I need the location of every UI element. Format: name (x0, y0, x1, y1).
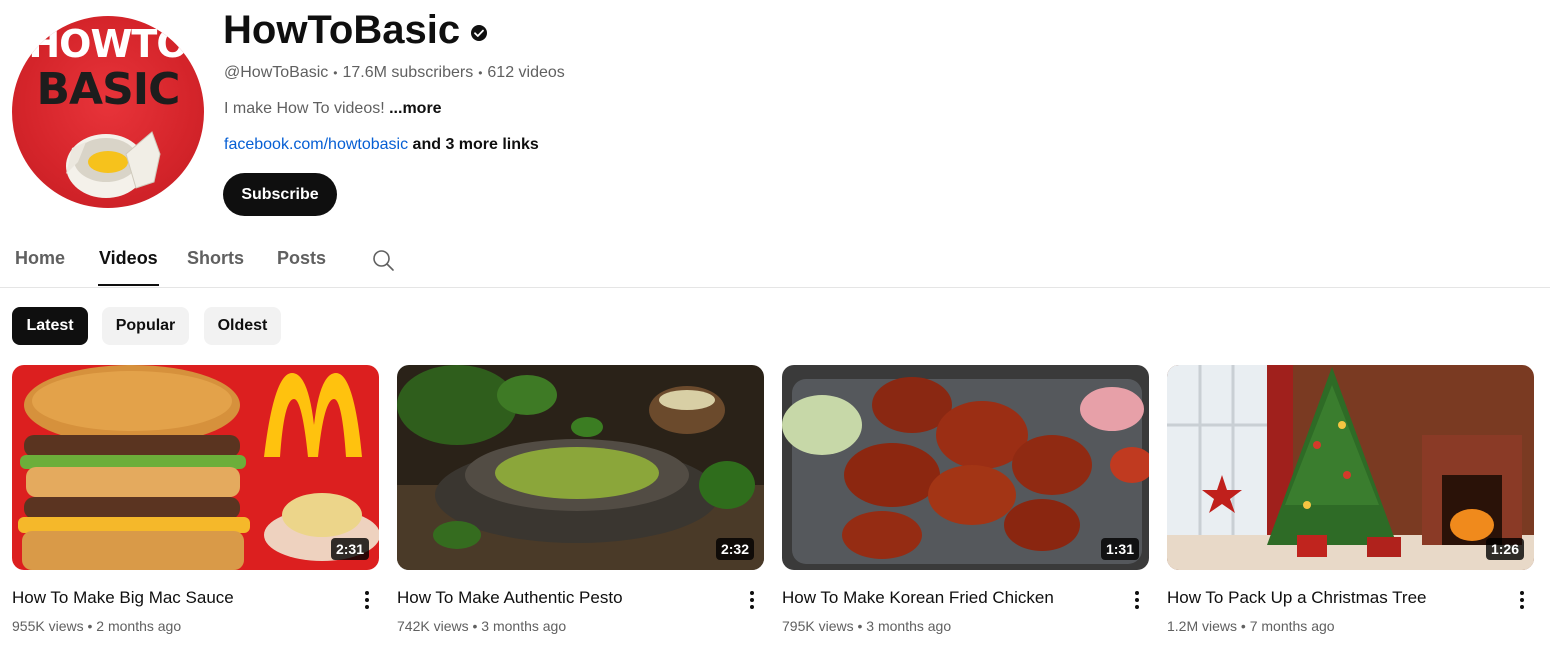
video-duration: 1:31 (1100, 538, 1139, 560)
video-thumbnail[interactable]: 1:26 (1167, 365, 1534, 570)
video-meta: 955K views • 2 months ago (12, 618, 181, 634)
meta-separator: • (87, 618, 93, 634)
video-card[interactable]: 1:26 How To Pack Up a Christmas Tree 1.2… (1167, 365, 1534, 645)
chip-latest[interactable]: Latest (12, 307, 88, 345)
christmas-tree-thumbnail-image (1167, 365, 1534, 570)
meta-separator: • (1240, 618, 1246, 634)
video-card[interactable]: 2:31 How To Make Big Mac Sauce 955K view… (12, 365, 379, 645)
video-views: 1.2M views (1167, 618, 1238, 634)
verified-check-icon (471, 24, 488, 41)
description-more-link[interactable]: ...more (389, 100, 441, 117)
channel-title: HowToBasic (223, 8, 488, 53)
big-mac-thumbnail-image (12, 365, 379, 570)
meta-separator: • (333, 66, 338, 80)
video-duration: 2:32 (715, 538, 754, 560)
facebook-link[interactable]: facebook.com/howtobasic (224, 136, 408, 153)
video-count: 612 videos (487, 64, 565, 81)
video-age: 2 months ago (96, 618, 182, 634)
video-card[interactable]: 2:32 How To Make Authentic Pesto 742K vi… (397, 365, 764, 645)
avatar-logo-text-2: BASIC (36, 64, 181, 115)
channel-links: facebook.com/howtobasic and 3 more links (224, 136, 539, 154)
tab-posts[interactable]: Posts (277, 248, 326, 269)
subscriber-count: 17.6M subscribers (342, 64, 474, 81)
video-thumbnail[interactable]: 2:32 (397, 365, 764, 570)
channel-name: HowToBasic (223, 8, 461, 52)
video-age: 7 months ago (1249, 618, 1335, 634)
search-icon[interactable] (371, 248, 395, 272)
video-duration: 2:31 (330, 538, 369, 560)
more-links-button[interactable]: and 3 more links (408, 136, 539, 153)
video-title[interactable]: How To Pack Up a Christmas Tree (1167, 588, 1497, 608)
video-views: 955K views (12, 618, 84, 634)
description-text: I make How To videos! (224, 100, 390, 117)
meta-separator: • (478, 66, 483, 80)
subscribe-button[interactable]: Subscribe (223, 173, 337, 216)
channel-avatar[interactable]: HOWTO BASIC (12, 16, 204, 208)
cracked-egg-icon (66, 131, 161, 198)
chip-oldest[interactable]: Oldest (204, 307, 281, 345)
channel-description[interactable]: I make How To videos! ...more (224, 100, 442, 118)
video-title[interactable]: How To Make Authentic Pesto (397, 588, 727, 608)
avatar-logo-text-1: HOWTO (28, 22, 188, 66)
video-card[interactable]: 1:31 How To Make Korean Fried Chicken 79… (782, 365, 1149, 645)
video-age: 3 months ago (481, 618, 567, 634)
meta-separator: • (857, 618, 863, 634)
tab-home[interactable]: Home (15, 248, 65, 269)
video-meta: 1.2M views • 7 months ago (1167, 618, 1335, 634)
video-duration: 1:26 (1485, 538, 1524, 560)
tab-shorts[interactable]: Shorts (187, 248, 244, 269)
chip-popular[interactable]: Popular (102, 307, 189, 345)
more-options-icon[interactable] (1127, 588, 1147, 612)
video-title[interactable]: How To Make Big Mac Sauce (12, 588, 342, 608)
video-age: 3 months ago (866, 618, 952, 634)
video-thumbnail[interactable]: 2:31 (12, 365, 379, 570)
tab-videos[interactable]: Videos (99, 248, 158, 269)
more-options-icon[interactable] (742, 588, 762, 612)
video-views: 742K views (397, 618, 469, 634)
meta-separator: • (472, 618, 478, 634)
video-meta: 795K views • 3 months ago (782, 618, 951, 634)
fried-chicken-thumbnail-image (782, 365, 1149, 570)
channel-meta: @HowToBasic • 17.6M subscribers • 612 vi… (224, 64, 565, 82)
video-thumbnail[interactable]: 1:31 (782, 365, 1149, 570)
more-options-icon[interactable] (357, 588, 377, 612)
active-tab-indicator (98, 284, 159, 286)
more-options-icon[interactable] (1512, 588, 1532, 612)
channel-tabs: Home Videos Shorts Posts (0, 236, 1550, 288)
video-title[interactable]: How To Make Korean Fried Chicken (782, 588, 1112, 608)
video-meta: 742K views • 3 months ago (397, 618, 566, 634)
video-views: 795K views (782, 618, 854, 634)
channel-handle: @HowToBasic (224, 64, 329, 81)
pesto-thumbnail-image (397, 365, 764, 570)
